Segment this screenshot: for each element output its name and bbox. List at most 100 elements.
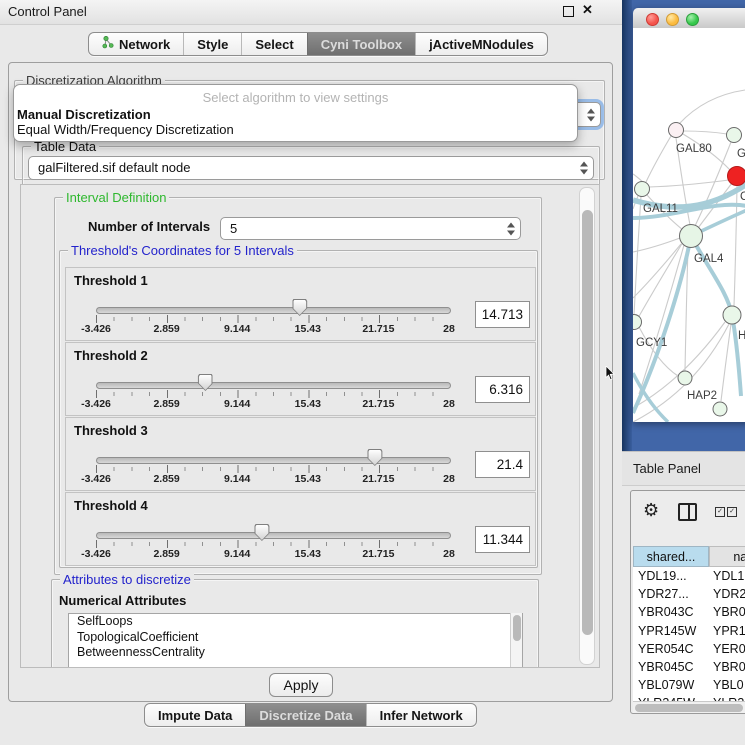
table-row[interactable]: YPR145W YPR1 [633,622,745,640]
slider-tick-labels: -3.426 2.859 9.144 15.43 21.715 28 [96,323,449,335]
network-icon [102,36,114,52]
combo-stepper-icon [506,222,515,235]
attributes-list-scrollbar[interactable] [510,613,522,668]
node-ga-cut[interactable] [727,128,742,143]
panel-title: Control Panel [8,4,87,19]
node-gal4[interactable] [680,225,703,248]
table-data-combo[interactable]: galFiltered.sif default node [28,156,594,180]
apply-button[interactable]: Apply [269,673,333,697]
numerical-attributes-label: Numerical Attributes [59,593,186,608]
interval-definition-title: Interval Definition [63,190,169,205]
node-gal80[interactable] [669,123,684,138]
node-hap2[interactable] [678,371,692,385]
tab-network[interactable]: Network [89,33,183,55]
threshold-slider-track[interactable] [96,307,451,314]
settings-scrollpane: Interval Definition Number of Intervals … [20,184,600,668]
node-red-selected[interactable] [728,167,745,186]
node-label-h: H [738,330,745,342]
tab-discretize-data[interactable]: Discretize Data [245,704,365,726]
node-label-hap2: HAP2 [687,390,717,402]
checkbox-icon[interactable]: ✓ [727,507,737,517]
tab-cyni-toolbox[interactable]: Cyni Toolbox [307,33,415,55]
table-panel-titlebar: Table Panel [622,451,745,486]
bottom-tab-bar: Impute Data Discretize Data Infer Networ… [144,703,477,727]
dropdown-placeholder: Select algorithm to view settings [14,90,577,105]
threshold-slider-thumb[interactable] [198,374,213,391]
checkbox-icon[interactable]: ✓ [715,507,725,517]
table-toolbar: ⚙ ✓ ✓ [631,491,745,531]
table-row[interactable]: YLR345W YLR3 [633,694,745,701]
threshold-panel: Threshold 3 -3.426 2.859 9.144 15.43 21.… [65,417,536,491]
node-label-gal80: GAL80 [676,143,712,155]
float-window-icon[interactable] [563,6,574,17]
table-row[interactable]: YBR043C YBR0 [633,603,745,621]
threshold-slider-track[interactable] [96,382,451,389]
node-label-gcy1: GCY1 [636,337,667,349]
network-desktop: GAL80 GA C GAL11 GAL4 GCY1 H HAP2 [622,0,745,451]
thresholds-group-title: Threshold's Coordinates for 5 Intervals [68,243,297,258]
network-canvas[interactable]: GAL80 GA C GAL11 GAL4 GCY1 H HAP2 [633,28,745,422]
minimize-traffic-light[interactable] [666,13,679,26]
tab-jactivemnodules[interactable]: jActiveMNodules [415,33,547,55]
column-header-name[interactable]: name [709,546,745,567]
close-traffic-light[interactable] [646,13,659,26]
node-gal11[interactable] [635,182,650,197]
tab-network-label: Network [119,37,170,52]
num-intervals-label: Number of Intervals [88,219,210,234]
threshold-value-field[interactable]: 14.713 [475,301,530,328]
zoom-traffic-light[interactable] [686,13,699,26]
table-rows: YDL19... YDL1 YDR27... YDR2 YBR043C YBR0… [633,567,745,701]
table-row[interactable]: YBR045C YBR0 [633,658,745,676]
threshold-panel: Threshold 2 -3.426 2.859 9.144 15.43 21.… [65,342,536,416]
attribute-list-item[interactable]: SelfLoops [69,614,522,630]
close-icon[interactable]: ✕ [582,2,593,18]
node-label-gal11: GAL11 [643,203,678,215]
tab-infer-network[interactable]: Infer Network [366,704,476,726]
threshold-slider-thumb[interactable] [292,299,307,316]
table-row[interactable]: YDL19... YDL1 [633,567,745,585]
algorithm-dropdown-popup: Select algorithm to view settings Manual… [13,84,578,142]
top-tab-bar: Network Style Select Cyni Toolbox jActiv… [88,32,548,56]
threshold-value-field[interactable]: 11.344 [475,526,530,553]
combo-stepper-icon [579,162,588,175]
dropdown-option-equal-width[interactable]: Equal Width/Frequency Discretization [17,122,234,137]
threshold-panel: Threshold 1 -3.426 2.859 9.144 15.43 21.… [65,267,536,341]
node-bottom-partial[interactable] [713,402,727,416]
right-panel: GAL80 GA C GAL11 GAL4 GCY1 H HAP2 Table … [622,0,745,745]
threshold-label: Threshold 3 [74,423,148,438]
attribute-list-item[interactable]: TopologicalCoefficient [69,630,522,646]
thresholds-group: Threshold's Coordinates for 5 Intervals … [59,250,538,568]
combo-stepper-icon [586,108,595,121]
dropdown-option-manual[interactable]: Manual Discretization [17,107,151,122]
tab-impute-data[interactable]: Impute Data [145,704,245,726]
desktop-edge-shade [622,0,632,451]
table-row[interactable]: YER054C YER0 [633,640,745,658]
gear-icon[interactable]: ⚙ [643,501,659,519]
num-intervals-combo[interactable]: 5 [220,217,521,240]
tab-style[interactable]: Style [183,33,241,55]
threshold-slider-thumb[interactable] [254,524,269,541]
table-panel-box: ⚙ ✓ ✓ shared... name YDL19... YDL1 YDR27… [630,490,745,714]
settings-scrollbar[interactable] [579,187,595,665]
threshold-panel: Threshold 4 -3.426 2.859 9.144 15.43 21.… [65,492,536,566]
threshold-slider-track[interactable] [96,457,451,464]
table-row[interactable]: YBL079W YBL0 [633,676,745,694]
threshold-slider-thumb[interactable] [367,449,382,466]
columns-icon[interactable] [678,503,697,521]
threshold-value-field[interactable]: 21.4 [475,451,530,478]
column-header-shared[interactable]: shared... [633,546,709,567]
threshold-label: Threshold 1 [74,273,148,288]
node-h-cut[interactable] [723,306,741,324]
node-gcy1[interactable] [633,315,642,330]
control-panel-titlebar: Control Panel ✕ [0,0,622,25]
tab-select[interactable]: Select [241,33,306,55]
threshold-label: Threshold 4 [74,498,148,513]
table-horizontal-scrollbar[interactable] [633,701,745,714]
threshold-value-field[interactable]: 6.316 [475,376,530,403]
slider-tick-labels: -3.426 2.859 9.144 15.43 21.715 28 [96,398,449,410]
attribute-list-item[interactable]: BetweennessCentrality [69,645,522,661]
table-row[interactable]: YDR27... YDR2 [633,585,745,603]
table-panel-title: Table Panel [633,461,701,476]
table-data-value: galFiltered.sif default node [38,160,190,175]
threshold-slider-track[interactable] [96,532,451,539]
